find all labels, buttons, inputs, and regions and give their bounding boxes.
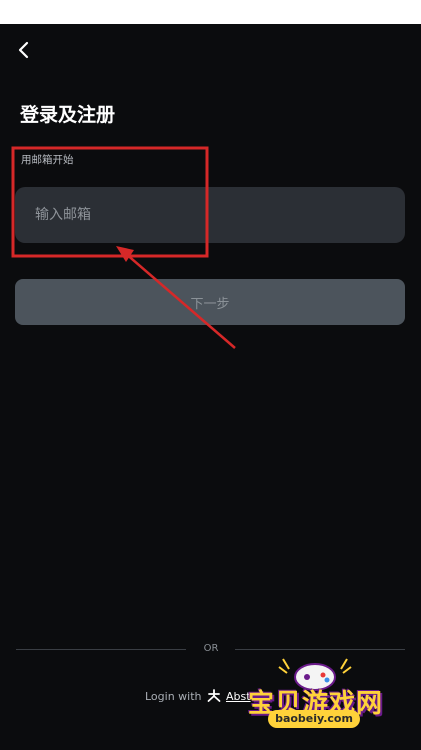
divider-right [235, 649, 405, 650]
chevron-left-icon [18, 41, 29, 59]
email-field[interactable] [15, 187, 405, 243]
annotation-arrow-head [116, 246, 134, 262]
abstract-logo-icon[interactable] [206, 688, 222, 704]
or-divider-text: OR [203, 643, 219, 654]
page-title: 登录及注册 [20, 104, 116, 126]
divider-left [16, 649, 186, 650]
email-hint-label: 用邮箱开始 [21, 154, 74, 166]
next-step-button[interactable]: 下一步 [15, 279, 405, 325]
back-button[interactable] [12, 38, 36, 62]
status-bar [0, 0, 421, 24]
watermark-url: baobeiy.com [268, 710, 360, 728]
login-with-label: Login with [145, 690, 202, 703]
